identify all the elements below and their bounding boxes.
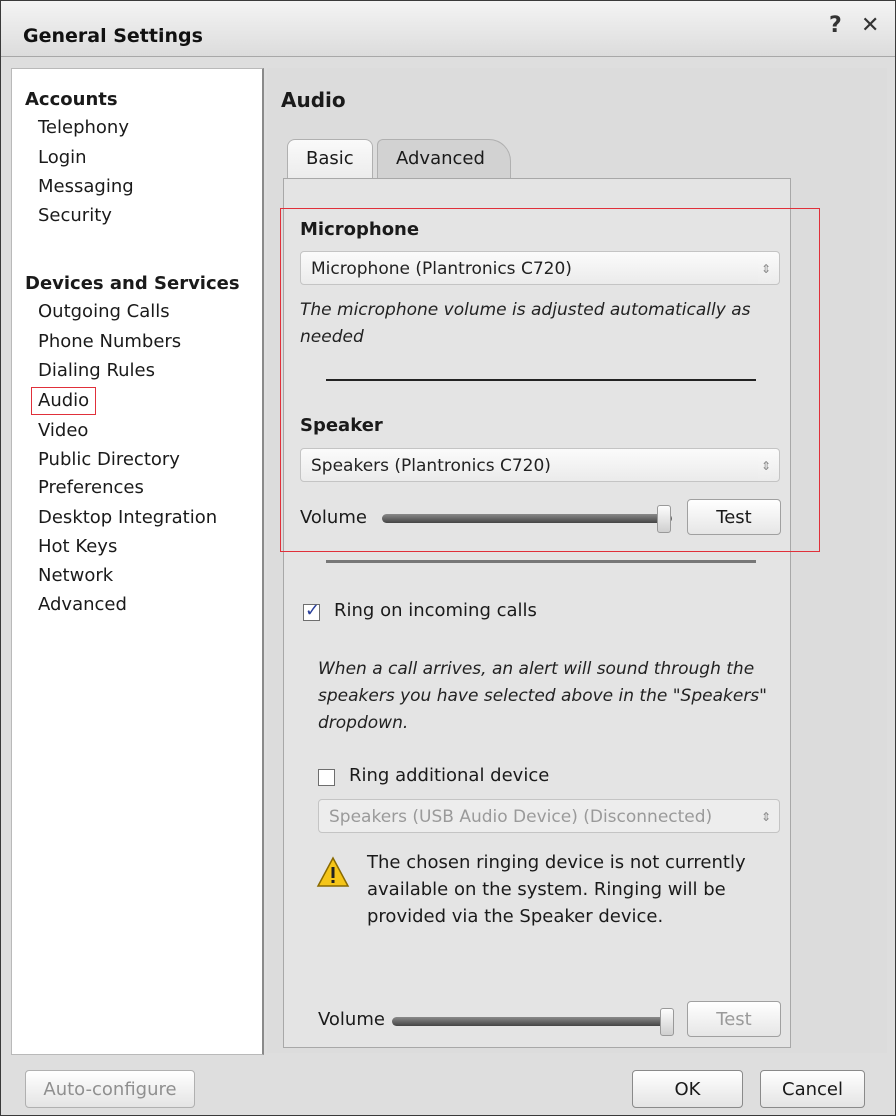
sidebar-item-video[interactable]: Video: [38, 420, 88, 442]
divider: [326, 560, 756, 563]
sidebar-item-desktop-integration[interactable]: Desktop Integration: [38, 507, 217, 529]
cancel-button[interactable]: Cancel: [760, 1070, 865, 1108]
sidebar-item-security[interactable]: Security: [38, 205, 112, 227]
ring-volume-thumb[interactable]: [659, 1008, 674, 1036]
sidebar-group-accounts: Accounts: [25, 89, 118, 110]
ok-button[interactable]: OK: [632, 1070, 743, 1108]
ring-additional-checkbox[interactable]: [318, 769, 335, 786]
sidebar-item-outgoing-calls[interactable]: Outgoing Calls: [38, 301, 170, 323]
title-bar: General Settings ? ✕: [1, 1, 895, 57]
sidebar-item-audio[interactable]: Audio: [30, 387, 97, 415]
warning-message: The chosen ringing device is not current…: [367, 852, 746, 927]
sidebar-item-public-directory[interactable]: Public Directory: [38, 449, 180, 471]
general-settings-dialog: General Settings ? ✕ Accounts Telephony …: [0, 0, 896, 1116]
checkmark-icon: ✓: [305, 600, 321, 621]
sidebar-item-advanced[interactable]: Advanced: [38, 594, 127, 616]
close-icon[interactable]: ✕: [861, 13, 879, 38]
tab-advanced[interactable]: Advanced: [377, 139, 511, 178]
sidebar-item-messaging[interactable]: Messaging: [38, 176, 134, 198]
tab-basic[interactable]: Basic: [287, 139, 373, 178]
sidebar-item-phone-numbers[interactable]: Phone Numbers: [38, 331, 181, 353]
additional-device-select: Speakers (USB Audio Device) (Disconnecte…: [318, 799, 780, 833]
warning-icon: [316, 856, 350, 887]
sidebar-item-dialing-rules[interactable]: Dialing Rules: [38, 360, 155, 382]
ring-test-button: Test: [687, 1001, 781, 1037]
sidebar-item-hot-keys[interactable]: Hot Keys: [38, 536, 117, 558]
additional-device-value: Speakers (USB Audio Device) (Disconnecte…: [329, 807, 713, 827]
sidebar-item-telephony[interactable]: Telephony: [38, 117, 129, 139]
help-icon[interactable]: ?: [829, 13, 842, 38]
window-title: General Settings: [23, 25, 203, 47]
select-arrows-icon: ⇕: [757, 800, 771, 832]
highlight-box-audio-devices: [280, 208, 820, 552]
ring-incoming-label: Ring on incoming calls: [334, 600, 537, 621]
ring-volume-slider[interactable]: [392, 1017, 674, 1026]
sidebar-group-devices: Devices and Services: [25, 273, 240, 294]
ring-additional-label: Ring additional device: [349, 765, 550, 786]
page-title: Audio: [281, 88, 346, 112]
ring-incoming-checkbox[interactable]: ✓: [303, 600, 320, 621]
ring-volume-label: Volume: [318, 1009, 385, 1030]
ring-note: When a call arrives, an alert will sound…: [318, 659, 767, 733]
auto-configure-button: Auto-configure: [25, 1070, 195, 1108]
sidebar-item-preferences[interactable]: Preferences: [38, 477, 144, 499]
settings-sidebar: Accounts Telephony Login Messaging Secur…: [11, 68, 264, 1055]
sidebar-item-login[interactable]: Login: [38, 147, 87, 169]
sidebar-item-network[interactable]: Network: [38, 565, 113, 587]
